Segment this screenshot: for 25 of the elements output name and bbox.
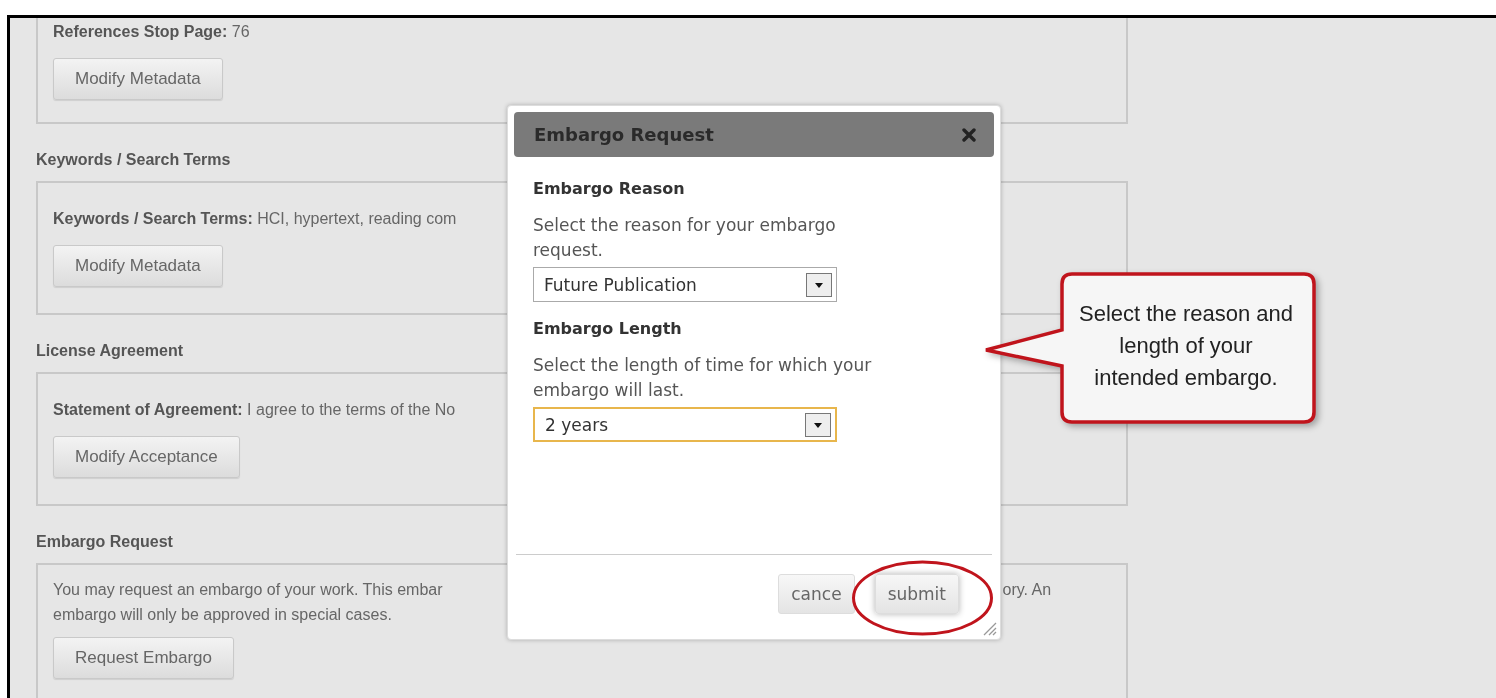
dropdown-field[interactable]: 2 years: [533, 407, 837, 442]
description-text: ory. An: [1002, 580, 1052, 600]
hint-text: Select the reason for your embargo request.: [533, 214, 837, 262]
action-button[interactable]: Modify Metadata: [53, 245, 223, 287]
callout-text: Select the reason and length of your intended embargo.: [1077, 300, 1294, 392]
action-button[interactable]: Request Embargo: [53, 637, 235, 679]
close-icon[interactable]: [962, 127, 976, 142]
section-heading: Keywords / Search Terms: [36, 150, 231, 170]
metadata-field: References Stop Page: 76: [53, 22, 250, 42]
metadata-field: Statement of Agreement: I agree to the terms of the No: [53, 400, 456, 420]
group-heading: Embargo Reason: [533, 178, 686, 200]
dialog-button[interactable]: submit: [874, 574, 959, 614]
resize-grip-icon[interactable]: [981, 620, 997, 636]
group-heading: Embargo Length: [533, 318, 683, 340]
section-heading: Embargo Request: [36, 532, 173, 552]
description-text: embargo will only be approved in special cases.: [53, 605, 392, 625]
action-button[interactable]: Modify Metadata: [53, 58, 223, 100]
metadata-field: Keywords / Search Terms: HCI, hypertext, reading com: [53, 209, 457, 229]
dialog-button[interactable]: cance: [778, 574, 855, 614]
action-button[interactable]: Modify Acceptance: [53, 436, 240, 478]
dialog-title: Embargo Request: [534, 124, 714, 145]
dropdown-field[interactable]: Future Publication: [533, 267, 837, 302]
section-heading: License Agreement: [36, 341, 183, 361]
hint-text: Select the length of time for which your embargo will last.: [533, 354, 873, 402]
description-text: You may request an embargo of your work. This embar: [53, 580, 443, 600]
